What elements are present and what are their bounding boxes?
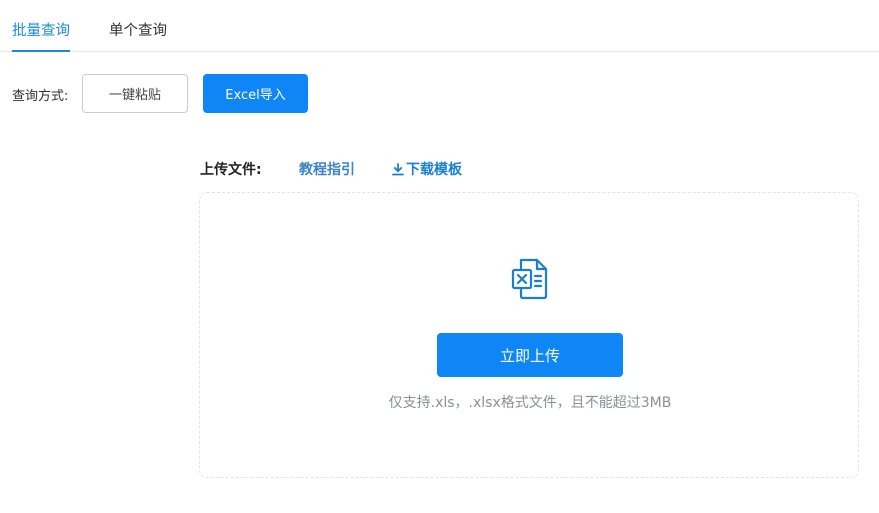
- tab-single-query-label: 单个查询: [109, 23, 167, 39]
- excel-import-button[interactable]: Excel导入: [203, 74, 308, 113]
- download-template-link[interactable]: 下载模板: [392, 159, 462, 179]
- batch-query-page: 批量查询 单个查询 查询方式: 一键粘贴 Excel导入 上传文件: 教程指引 …: [0, 0, 879, 513]
- upload-file-label: 上传文件:: [200, 162, 262, 178]
- query-tabs: 批量查询 单个查询: [0, 0, 879, 52]
- excel-file-icon: [511, 258, 548, 300]
- upload-hint-text: 仅支持.xls，.xlsx格式文件，且不能超过3MB: [388, 395, 672, 411]
- upload-now-button[interactable]: 立即上传: [437, 333, 623, 377]
- tab-single-query[interactable]: 单个查询: [109, 20, 167, 52]
- tab-batch-query[interactable]: 批量查询: [12, 20, 70, 52]
- tab-batch-query-label: 批量查询: [12, 23, 70, 39]
- tutorial-guide-link[interactable]: 教程指引: [299, 159, 355, 179]
- download-template-label: 下载模板: [406, 162, 462, 178]
- download-icon: [392, 162, 404, 175]
- query-mode-label: 查询方式:: [12, 89, 69, 104]
- paste-button[interactable]: 一键粘贴: [82, 74, 188, 113]
- upload-dropzone[interactable]: 立即上传 仅支持.xls，.xlsx格式文件，且不能超过3MB: [199, 192, 859, 478]
